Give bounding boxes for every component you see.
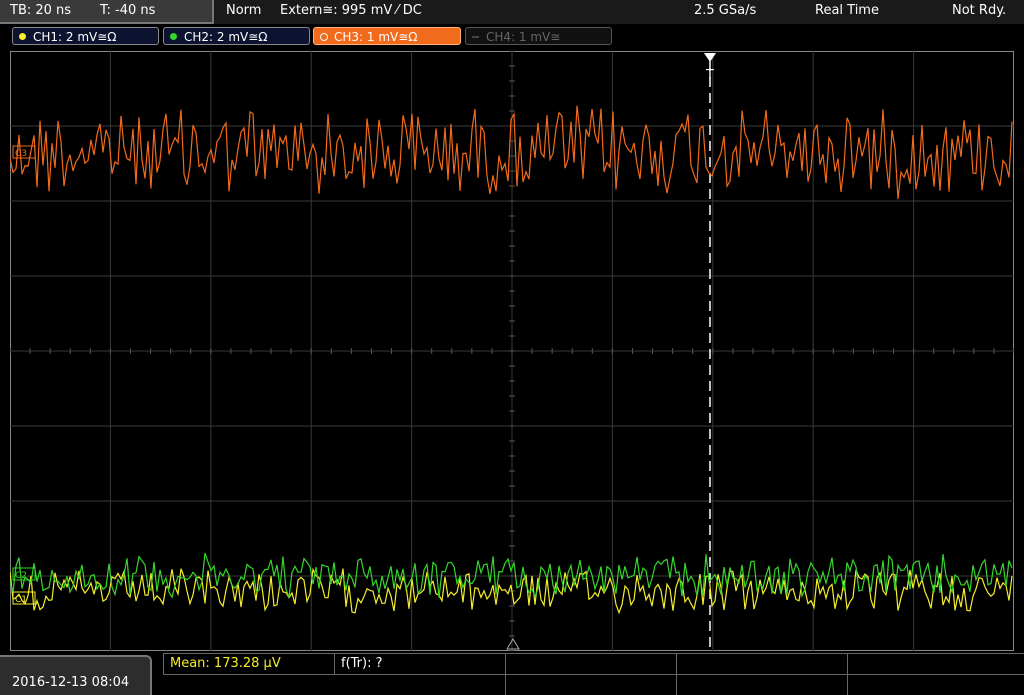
channel-tab-ch2[interactable]: CH2: 2 mV≅Ω bbox=[163, 27, 310, 45]
sample-rate[interactable]: 2.5 GSa/s bbox=[694, 3, 756, 18]
run-state: Not Rdy. bbox=[952, 3, 1007, 18]
divider bbox=[676, 673, 677, 695]
measurement-empty-3[interactable] bbox=[847, 654, 1024, 674]
trigger-label: T bbox=[705, 68, 714, 83]
timebase-readout[interactable]: TB: 20 ns bbox=[10, 3, 71, 18]
measurement-empty-2[interactable] bbox=[676, 654, 847, 674]
ch2-indicator-icon bbox=[170, 33, 177, 40]
measurement-freq[interactable]: f(Tr): ? bbox=[334, 654, 505, 674]
graticule bbox=[10, 51, 1014, 651]
measurement-row: Mean: 173.28 µV f(Tr): ? bbox=[163, 653, 1024, 675]
trigger-mode[interactable]: Norm bbox=[226, 3, 261, 18]
divider bbox=[505, 673, 506, 695]
ch4-indicator-icon bbox=[472, 36, 479, 38]
ch2-marker-label: C2 bbox=[15, 571, 27, 581]
channel-tab-ch4[interactable]: CH4: 1 mV≅ bbox=[465, 27, 612, 45]
ch3-indicator-icon bbox=[320, 33, 328, 41]
horizontal-position-marker-icon[interactable] bbox=[506, 638, 520, 650]
channel-label: CH4: 1 mV≅ bbox=[486, 30, 561, 44]
mean-value: Mean: 173.28 µV bbox=[170, 656, 281, 671]
measurement-row-2 bbox=[163, 673, 1024, 695]
channel-label: CH1: 2 mV≅Ω bbox=[33, 30, 117, 44]
ch3-waveform bbox=[10, 105, 1013, 199]
channel-label: CH2: 2 mV≅Ω bbox=[184, 30, 268, 44]
channel-tab-ch1[interactable]: CH1: 2 mV≅Ω bbox=[12, 27, 159, 45]
ch1-indicator-icon bbox=[19, 33, 26, 40]
datetime-panel: 2016-12-13 08:04 bbox=[0, 655, 152, 695]
timebase-panel[interactable]: TB: 20 ns T: -40 ns bbox=[0, 0, 214, 24]
status-bar: TB: 20 ns T: -40 ns Norm Extern≅: 995 mV… bbox=[0, 0, 1024, 24]
trigger-source[interactable]: Extern≅: 995 mV ⁄ DC bbox=[280, 3, 422, 18]
ch3-marker-label: C3 bbox=[15, 149, 27, 159]
measurement-mean[interactable]: Mean: 173.28 µV bbox=[163, 654, 334, 674]
datetime: 2016-12-13 08:04 bbox=[12, 675, 130, 690]
channel-tabs: CH1: 2 mV≅Ω CH2: 2 mV≅Ω CH3: 1 mV≅Ω CH4:… bbox=[0, 26, 1024, 48]
freq-value: f(Tr): ? bbox=[341, 656, 383, 671]
trigger-arrow-icon[interactable] bbox=[704, 53, 716, 62]
acquisition-mode[interactable]: Real Time bbox=[815, 3, 879, 18]
measurement-empty-1[interactable] bbox=[505, 654, 676, 674]
ch1-offset-marker[interactable]: C1 bbox=[12, 591, 36, 605]
trigger-time-readout[interactable]: T: -40 ns bbox=[100, 3, 155, 18]
divider bbox=[847, 673, 848, 695]
channel-label: CH3: 1 mV≅Ω bbox=[334, 30, 418, 44]
ch1-marker-label: C1 bbox=[15, 595, 27, 605]
waveform-plot[interactable]: T C3 C2 C1 bbox=[10, 51, 1014, 651]
channel-tab-ch3[interactable]: CH3: 1 mV≅Ω bbox=[313, 27, 461, 45]
